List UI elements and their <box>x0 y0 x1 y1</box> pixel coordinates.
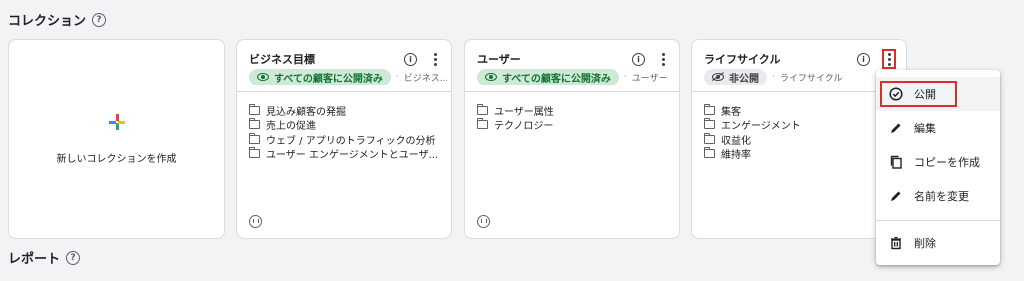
folder-icon <box>249 147 260 159</box>
new-collection-card[interactable]: 新しいコレクションを作成 <box>8 39 225 239</box>
collection-card-users[interactable]: ユーザー i すべての顧客に公開済み · ユーザー ユーザー属性 テクノロジー <box>464 39 680 239</box>
reports-heading: レポート ? <box>8 248 81 267</box>
highlight-box <box>880 81 957 107</box>
reports-title: レポート <box>8 252 61 267</box>
folder-icon <box>704 103 715 115</box>
menu-item-delete[interactable]: 削除 <box>876 226 1000 260</box>
collections-heading: コレクション ? <box>8 10 107 29</box>
pencil-icon <box>889 121 903 135</box>
menu-item-edit[interactable]: 編集 <box>876 111 1000 145</box>
folder-icon <box>704 147 715 159</box>
info-icon[interactable]: i <box>632 52 645 66</box>
more-options-button[interactable] <box>429 51 441 67</box>
list-item[interactable]: 集客 <box>704 103 898 118</box>
menu-item-label: 名前を変更 <box>914 190 969 203</box>
list-item[interactable]: 維持率 <box>704 147 898 161</box>
card-title: ライフサイクル <box>704 53 781 66</box>
folder-icon <box>249 103 260 115</box>
menu-item-label: コピーを作成 <box>914 156 980 169</box>
pencil-icon <box>889 189 903 203</box>
list-item[interactable]: 見込み顧客の発掘 <box>249 103 443 118</box>
new-collection-label: 新しいコレクションを作成 <box>56 153 177 165</box>
menu-item-label: 編集 <box>914 122 936 135</box>
status-badge: 非公開 <box>704 69 767 85</box>
info-icon[interactable]: i <box>404 52 417 66</box>
menu-item-copy[interactable]: コピーを作成 <box>876 145 1000 179</box>
list-item[interactable]: テクノロジー <box>477 118 671 132</box>
more-options-button[interactable] <box>657 51 669 67</box>
folder-icon <box>704 118 715 130</box>
status-badge-label: 非公開 <box>729 73 759 85</box>
help-icon[interactable]: ? <box>66 250 81 265</box>
status-badge-label: すべての顧客に公開済み <box>502 73 611 85</box>
trash-icon <box>889 236 903 250</box>
status-badge-label: すべての顧客に公開済み <box>274 73 383 85</box>
status-badge: すべての顧客に公開済み <box>477 69 619 85</box>
eye-off-icon <box>712 73 724 81</box>
info-icon[interactable]: i <box>857 52 870 66</box>
list-item[interactable]: 収益化 <box>704 132 898 147</box>
list-item[interactable]: エンゲージメント <box>704 118 898 132</box>
eye-icon <box>485 73 497 81</box>
folder-icon <box>477 118 488 130</box>
more-options-button[interactable] <box>882 49 896 69</box>
folder-icon <box>249 118 260 130</box>
collections-title: コレクション <box>8 14 87 29</box>
status-badge: すべての顧客に公開済み <box>249 69 391 85</box>
card-extra: ビジネス... <box>403 73 447 84</box>
menu-item-publish[interactable]: 公開 <box>876 77 1000 111</box>
copy-icon <box>889 155 903 169</box>
library-icon <box>249 215 262 228</box>
eye-icon <box>257 73 269 81</box>
collection-card-lifecycle[interactable]: ライフサイクル i 非公開 · ライフサイクル 集客 エンゲージメント 収益化 … <box>691 39 907 239</box>
folder-icon <box>477 103 488 115</box>
card-extra: ライフサイクル <box>779 73 843 84</box>
card-title: ユーザー <box>477 53 521 66</box>
collection-card-business-goals[interactable]: ビジネス目標 i すべての顧客に公開済み · ビジネス... 見込み顧客の発掘 … <box>236 39 452 239</box>
context-menu: 公開 編集 コピーを作成 名前を変更 削除 <box>876 70 1000 265</box>
card-title: ビジネス目標 <box>249 53 315 66</box>
list-item[interactable]: ユーザー エンゲージメントとユーザ... <box>249 147 443 161</box>
help-icon[interactable]: ? <box>92 12 107 27</box>
folder-icon <box>249 132 260 144</box>
card-extra: ユーザー <box>631 73 668 84</box>
menu-item-rename[interactable]: 名前を変更 <box>876 179 1000 213</box>
menu-item-label: 削除 <box>914 237 936 250</box>
library-icon <box>477 215 490 228</box>
plus-icon <box>108 113 125 130</box>
list-item[interactable]: 売上の促進 <box>249 118 443 132</box>
folder-icon <box>704 132 715 144</box>
list-item[interactable]: ユーザー属性 <box>477 103 671 118</box>
list-item[interactable]: ウェブ / アプリのトラフィックの分析 <box>249 132 443 147</box>
